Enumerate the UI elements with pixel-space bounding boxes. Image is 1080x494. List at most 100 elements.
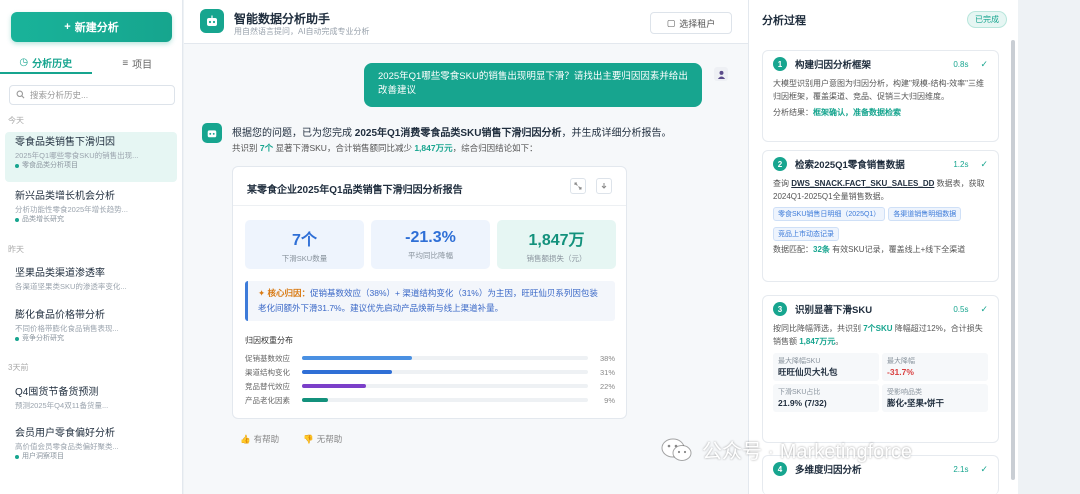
history-item-title: Q4囤货节备货预测 [15,387,99,398]
bar-value: 38% [599,353,615,363]
bulb-icon: ✦ [258,288,266,298]
step-time: 1.2s [953,159,969,169]
history-item[interactable]: 坚果品类渠道渗透率 各渠道坚果类SKU的渗透率变化... [5,263,177,297]
history-item-sub: 分析功能性零食2025年增长趋势... [15,205,128,214]
history-item-tag: 用户洞察项目 [15,452,167,462]
clock-icon: ◷ [19,56,29,68]
step-match: 数据匹配：32条 有效SKU记录，覆盖线上+线下全渠道 [773,245,966,254]
distribution-bar-row: 渠道结构变化 31% [245,367,615,377]
history-item-title: 零食品类销售下滑归因 [15,137,115,148]
insight-label: 核心归因： [267,288,311,298]
expand-icon[interactable] [570,178,586,194]
step-metrics: 最大降幅SKU 旺旺仙贝大礼包 最大降幅 -31.7% 下滑SKU占比 21.9% (… [773,353,988,412]
bot-avatar-icon [202,123,222,143]
data-source-chip[interactable]: 零食SKU销售日明细（2025Q1） [773,207,886,221]
history-item-sub: 2025年Q1哪些零食SKU的销售出现... [15,151,139,160]
stat-value: 7个 [292,231,317,249]
bot-message-intro: 根据您的问题，已为您完成 2025年Q1消费零食品类SKU销售下滑归因分析，并生… [232,128,672,139]
app-root: + 新建分析 ◷ 分析历史 ≡ 项目 搜索分析历史... 今天 零食品类销售下滑… [0,0,1080,494]
distribution-bar-row: 促销基数效应 38% [245,353,615,363]
data-source-chips: 零食SKU销售日明细（2025Q1） 各渠道销售明细数据竞品上市动态记录 [773,203,988,243]
wechat-watermark: 公众号 · Marketingforce [660,435,912,464]
helpful-button[interactable]: 👍 有帮助 [240,433,279,445]
user-avatar-icon [714,67,728,81]
bar-track [302,398,588,402]
history-item-title: 膨化食品价格带分析 [15,310,105,321]
page-gutter [1018,0,1080,494]
data-source-chip[interactable]: 竞品上市动态记录 [773,227,839,241]
bar-fill [302,398,328,402]
history-item[interactable]: 会员用户零食偏好分析 高价值会员零食品类偏好聚类... 用户洞察项目 [5,423,177,469]
core-insight: ✦ 核心归因：促销基数效应（38%）+ 渠道结构变化（31%）为主因，旺旺仙贝系… [245,281,615,321]
history-item-sub: 预测2025年Q4双11备货量... [15,401,109,410]
step-number: 2 [773,157,787,171]
bar-value: 9% [604,395,615,405]
bot-message-summary: 共识别 7个 显著下滑SKU，合计销售额同比减少 1,847万元，综合归因结论如… [232,143,538,153]
tenant-select[interactable]: ▢ 选择租户 [650,12,732,34]
divider [233,205,626,206]
history-item-sub: 不同价格带膨化食品销售表现... [15,324,119,333]
history-search-input[interactable]: 搜索分析历史... [9,85,175,105]
step-title: 检索2025Q1零食销售数据 [795,160,905,171]
bar-label: 竞品替代效应 [245,381,290,391]
process-step[interactable]: 3 识别显著下滑SKU 0.5s ✓ 按同比降幅筛选，共识别 7个SKU 降幅超… [762,295,999,443]
wechat-icon [660,436,694,464]
metric-cell: 最大降幅 -31.7% [882,353,988,381]
data-source-chip[interactable]: 各渠道销售明细数据 [888,207,962,221]
history-item-title: 坚果品类渠道渗透率 [15,268,105,279]
history-item[interactable]: 膨化食品价格带分析 不同价格带膨化食品销售表现... 竞争分析研究 [5,305,177,351]
robot-logo-icon [200,9,224,33]
process-step[interactable]: 2 检索2025Q1零食销售数据 1.2s ✓ 查询 DWS_SNACK.FAC… [762,150,999,282]
stat-card-loss: 1,847万 销售额损失（元） [497,220,616,269]
building-icon: ▢ [666,17,676,28]
bar-label: 产品老化因素 [245,395,290,405]
step-number: 1 [773,57,787,71]
tab-history-label: 分析历史 [32,58,73,70]
report-title: 某零食企业2025年Q1品类销售下滑归因分析报告 [247,185,463,196]
step-body: 大模型识别用户意图为归因分析，构建"规模-结构-效率"三维归因框架，覆盖渠道、竞… [773,79,985,101]
download-icon[interactable] [596,178,612,194]
unhelpful-button[interactable]: 👎 无帮助 [303,433,342,445]
distribution-title: 归因权重分布 [245,336,293,345]
stat-label: 下滑SKU数量 [281,253,328,263]
sidebar-tabs: ◷ 分析历史 ≡ 项目 [0,52,183,74]
bar-label: 渠道结构变化 [245,367,290,377]
analysis-process-panel: 分析过程 已完成 1 构建归因分析框架 0.8s ✓ 大模型识别用户意图为归因分… [748,0,1018,494]
plus-icon: + [64,21,71,33]
search-placeholder: 搜索分析历史... [30,90,89,100]
history-item[interactable]: Q4囤货节备货预测 预测2025年Q4双11备货量... [5,382,177,416]
group-label-3days: 3天前 [8,363,29,372]
group-label-yesterday: 昨天 [8,245,24,254]
tab-projects[interactable]: ≡ 项目 [92,52,183,74]
history-item-sub: 高价值会员零食品类偏好聚类... [15,442,119,451]
step-time: 0.8s [953,59,969,69]
new-analysis-label: 新建分析 [74,22,119,34]
stat-card-avg-drop: -21.3% 平均同比降幅 [371,220,490,269]
stat-card-sku-count: 7个 下滑SKU数量 [245,220,364,269]
distribution-bar-row: 竞品替代效应 22% [245,381,615,391]
stat-value: -21.3% [405,228,456,246]
list-icon: ≡ [122,57,129,69]
process-step[interactable]: 1 构建归因分析框架 0.8s ✓ 大模型识别用户意图为归因分析，构建"规模-结… [762,50,999,142]
thumbs-down-icon: 👎 [303,433,314,444]
new-analysis-button[interactable]: + 新建分析 [11,12,172,42]
history-item[interactable]: 新兴品类增长机会分析 分析功能性零食2025年增长趋势... 品类增长研究 [5,186,177,232]
distribution-bar-row: 产品老化因素 9% [245,395,615,405]
app-title: 智能数据分析助手 [234,12,331,26]
header: 智能数据分析助手 用自然语言提问，AI自动完成专业分析 ▢ 选择租户 [184,0,748,44]
history-item-sub: 各渠道坚果类SKU的渗透率变化... [15,282,127,291]
history-item[interactable]: 零食品类销售下滑归因 2025年Q1哪些零食SKU的销售出现... 零食品类分析… [5,132,177,182]
tab-history[interactable]: ◷ 分析历史 [0,52,92,74]
history-item-title: 新兴品类增长机会分析 [15,191,115,202]
step-title: 构建归因分析框架 [795,60,872,71]
step-result: 分析结果：框架确认，准备数据检索 [773,108,901,117]
stat-label: 销售额损失（元） [526,253,587,263]
history-item-title: 会员用户零食偏好分析 [15,428,115,439]
user-message: 2025年Q1哪些零食SKU的销售出现明显下滑？请找出主要归因因素并给出改善建议 [364,63,702,107]
step-time: 0.5s [953,304,969,314]
step-body: 按同比降幅筛选，共识别 7个SKU 降幅超过12%，合计损失销售额 1,847万… [773,324,983,346]
metric-cell: 最大降幅SKU 旺旺仙贝大礼包 [773,353,879,381]
bar-fill [302,384,366,388]
bar-fill [302,370,392,374]
panel-scrollbar[interactable] [1011,40,1015,480]
